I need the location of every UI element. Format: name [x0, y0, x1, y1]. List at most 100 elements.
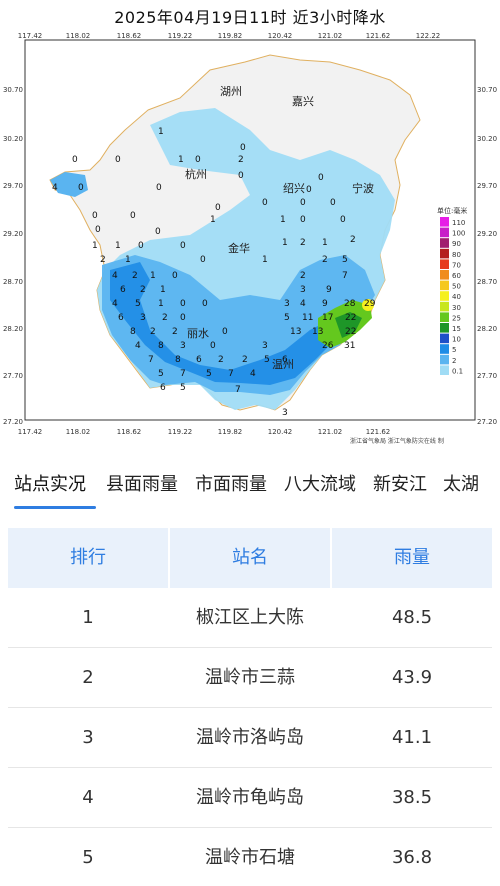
- header-rank[interactable]: 排行: [8, 528, 168, 588]
- table-row[interactable]: 3 温岭市洛屿岛 41.1: [8, 708, 492, 768]
- city-label-hangzhou: 杭州: [185, 167, 207, 181]
- station-value: 0: [195, 155, 201, 165]
- station-value: 2: [300, 271, 306, 281]
- station-value: 0: [340, 215, 346, 225]
- station-value: 6: [118, 313, 124, 323]
- station-value: 0: [95, 225, 101, 235]
- lat-tick-right: 27.70: [477, 372, 497, 380]
- row-station-name: 温岭市三蒜: [205, 667, 295, 688]
- legend-swatch: [440, 270, 449, 280]
- station-value: 0: [300, 198, 306, 208]
- station-value: 5: [284, 313, 290, 323]
- city-label-lishui: 丽水: [187, 327, 209, 340]
- lat-tick-left: 28.70: [3, 278, 23, 286]
- station-value: 0: [215, 203, 221, 213]
- legend-label: 90: [452, 240, 461, 248]
- tab-city-area-rainfall[interactable]: 市面雨量: [195, 470, 267, 496]
- table-row[interactable]: 4 温岭市龟屿岛 38.5: [8, 768, 492, 828]
- station-value: 8: [158, 341, 164, 351]
- lat-tick-left: 27.70: [3, 372, 23, 380]
- station-value: 3: [282, 408, 288, 418]
- lon-tick-bottom: 118.02: [66, 428, 91, 436]
- city-label-jiaxing: 嘉兴: [292, 94, 314, 108]
- row-rainfall: 43.9: [391, 667, 433, 688]
- station-value: 0: [330, 198, 336, 208]
- lat-tick-right: 30.20: [477, 135, 497, 143]
- header-rainfall[interactable]: 雨量: [332, 528, 492, 588]
- legend-label: 40: [452, 293, 461, 301]
- station-value: 2: [150, 327, 156, 337]
- station-value: 0: [92, 211, 98, 221]
- row-station-name: 温岭市龟屿岛: [196, 787, 304, 808]
- station-value: 0: [238, 171, 244, 181]
- station-value: 1: [160, 285, 166, 295]
- lat-tick-left: 30.70: [3, 86, 23, 94]
- row-rainfall: 48.5: [391, 607, 433, 628]
- tab-xinanjiang[interactable]: 新安江: [373, 470, 427, 496]
- lon-tick-top: 120.42: [268, 32, 293, 40]
- station-value: 2: [162, 313, 168, 323]
- lon-tick-bottom: 118.62: [117, 428, 142, 436]
- tab-eight-basins[interactable]: 八大流域: [284, 470, 356, 496]
- lon-tick-top: 119.82: [218, 32, 243, 40]
- row-rank: 4: [82, 787, 94, 808]
- station-value: 13: [312, 327, 323, 337]
- lon-tick-bottom: 119.82: [218, 428, 243, 436]
- table-row[interactable]: 2 温岭市三蒜 43.9: [8, 648, 492, 708]
- station-value: 2: [172, 327, 178, 337]
- legend-swatch: [440, 344, 449, 354]
- station-value: 1: [92, 241, 98, 251]
- station-value: 26: [322, 341, 334, 351]
- legend-swatch: [440, 312, 449, 322]
- category-tabs: 站点实况 县面雨量 市面雨量 八大流域 新安江 太湖: [0, 470, 500, 510]
- station-value: 4: [300, 299, 306, 309]
- station-value: 0: [262, 198, 268, 208]
- station-value: 1: [280, 215, 286, 225]
- legend-label: 30: [452, 304, 461, 312]
- station-value: 0: [180, 299, 186, 309]
- lat-tick-right: 30.70: [477, 86, 497, 94]
- station-value: 1: [262, 255, 268, 265]
- legend-label: 2: [452, 357, 456, 365]
- legend-label: 110: [452, 219, 465, 227]
- lon-tick-bottom: 117.42: [18, 428, 43, 436]
- city-label-huzhou: 湖州: [220, 85, 242, 98]
- station-value: 2: [140, 285, 146, 295]
- station-value: 0: [115, 155, 121, 165]
- map-title: 2025年04月19日11时 近3小时降水: [114, 8, 386, 27]
- station-value: 0: [210, 341, 216, 351]
- station-value: 1: [158, 299, 164, 309]
- row-rainfall: 41.1: [391, 727, 433, 748]
- tab-station-observation[interactable]: 站点实况: [14, 470, 86, 496]
- station-value: 0: [78, 183, 84, 193]
- legend-swatch: [440, 323, 449, 333]
- station-value: 8: [175, 355, 181, 365]
- row-rank: 1: [82, 607, 94, 628]
- station-value: 0: [155, 227, 161, 237]
- station-value: 1: [158, 127, 164, 137]
- lon-tick-top: 117.42: [18, 32, 43, 40]
- legend-label: 5: [452, 346, 456, 354]
- station-value: 3: [262, 341, 268, 351]
- table-row[interactable]: 1 椒江区上大陈 48.5: [8, 588, 492, 648]
- station-value: 0: [180, 241, 186, 251]
- city-label-shaoxing: 绍兴: [283, 181, 305, 195]
- lat-tick-left: 30.20: [3, 135, 23, 143]
- station-value: 3: [300, 285, 306, 295]
- station-value: 2: [242, 355, 248, 365]
- station-value: 17: [322, 313, 333, 323]
- tab-taihu[interactable]: 太湖: [443, 470, 479, 496]
- legend-label: 80: [452, 251, 461, 259]
- header-station-name[interactable]: 站名: [170, 528, 330, 588]
- lon-ticks-bottom: 117.42 118.02 118.62 119.22 119.82 120.4…: [18, 428, 391, 436]
- lat-tick-left: 29.70: [3, 182, 23, 190]
- station-value: 5: [180, 383, 186, 393]
- station-value: 1: [210, 215, 216, 225]
- table-row[interactable]: 5 温岭市石塘 36.8: [8, 828, 492, 886]
- station-value: 2: [218, 355, 224, 365]
- legend-label: 50: [452, 283, 461, 291]
- lat-ticks-right: 30.70 30.20 29.70 29.20 28.70 28.20 27.7…: [477, 86, 497, 426]
- station-value: 4: [250, 369, 256, 379]
- row-station-name: 温岭市洛屿岛: [196, 727, 304, 748]
- tab-county-area-rainfall[interactable]: 县面雨量: [106, 470, 178, 496]
